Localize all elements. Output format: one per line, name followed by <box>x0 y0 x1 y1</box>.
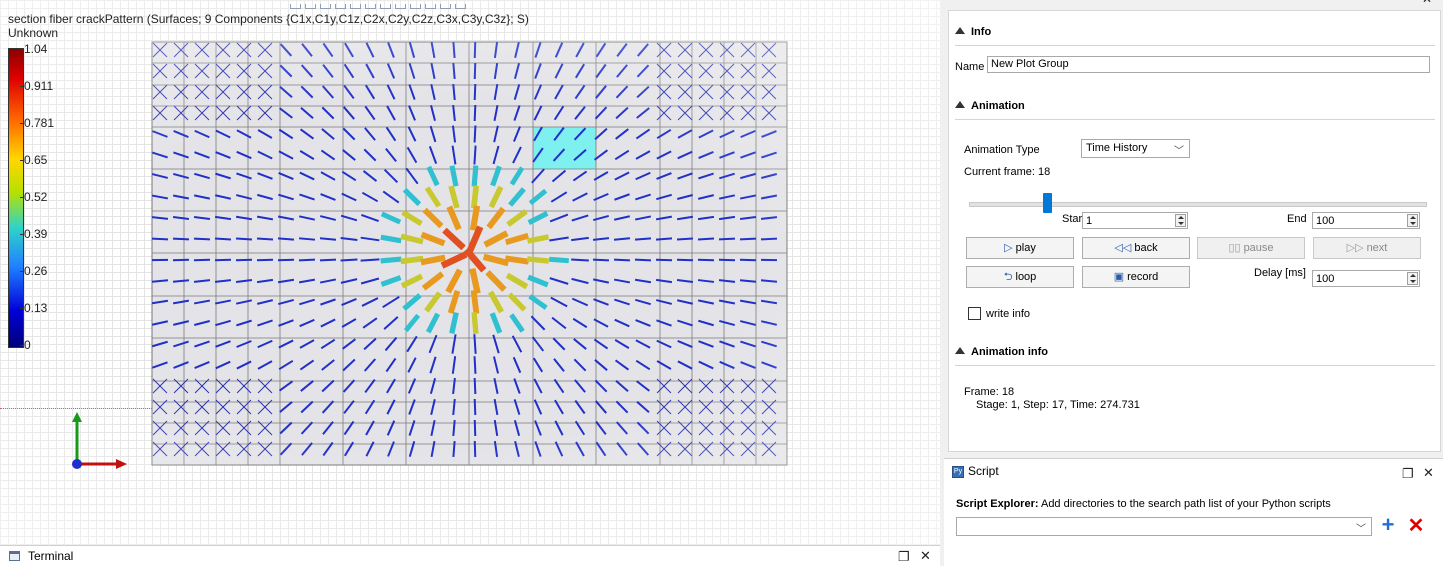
collapse-triangle-icon <box>955 347 965 354</box>
loop-button[interactable]: ⮌loop <box>966 266 1074 288</box>
next-button[interactable]: ▷▷next <box>1313 237 1421 259</box>
spin-arrows-icon[interactable] <box>1407 272 1418 285</box>
name-input[interactable]: New Plot Group <box>987 56 1430 73</box>
animation-info-section-header[interactable]: Animation info <box>955 346 1048 358</box>
close-icon[interactable]: ✕ <box>1422 0 1432 6</box>
frame-slider-handle[interactable] <box>1043 193 1052 213</box>
spin-arrows-icon[interactable] <box>1175 214 1186 227</box>
back-button[interactable]: ◁◁back <box>1082 237 1190 259</box>
restore-icon[interactable]: ❐ <box>1402 466 1414 482</box>
record-icon: ▣ <box>1114 267 1124 287</box>
properties-dock: ✕ Info Name New Plot Group Animation Ani… <box>944 0 1443 565</box>
current-frame-label: Current frame: 18 <box>964 166 1050 178</box>
colorbar-tick: 0.781 <box>24 116 54 130</box>
chevron-down-icon: ﹀ <box>1174 142 1184 157</box>
python-script-icon: Py <box>952 466 964 478</box>
animation-type-label: Animation Type <box>964 144 1040 156</box>
spin-arrows-icon[interactable] <box>1407 214 1418 227</box>
script-panel: Py Script ❐ ✕ Script Explorer: Add direc… <box>944 458 1443 566</box>
reference-line <box>0 408 152 409</box>
colorbar-tick: 1.04 <box>24 42 47 56</box>
colorbar-tick: 0.26 <box>24 264 47 278</box>
name-label: Name <box>955 61 984 73</box>
terminal-title: Terminal <box>28 549 73 563</box>
loop-icon: ⮌ <box>1004 267 1013 287</box>
write-info-label: write info <box>986 308 1030 320</box>
restore-icon[interactable]: ❐ <box>898 549 910 565</box>
play-button[interactable]: ▷play <box>966 237 1074 259</box>
colorbar-tick: 0.911 <box>24 79 53 93</box>
start-spinbox[interactable]: 1 <box>1082 212 1188 229</box>
fast-forward-icon: ▷▷ <box>1347 238 1364 258</box>
end-spinbox[interactable]: 100 <box>1312 212 1420 229</box>
rewind-icon: ◁◁ <box>1114 238 1131 258</box>
animation-type-select[interactable]: Time History﹀ <box>1081 139 1190 158</box>
plot-title: section fiber crackPattern (Surfaces; 9 … <box>8 12 529 26</box>
colorbar-tick: 0 <box>24 338 31 352</box>
write-info-checkbox[interactable] <box>968 307 981 320</box>
terminal-panel[interactable]: Terminal ❐ ✕ <box>0 545 940 566</box>
close-icon[interactable]: ✕ <box>1423 465 1434 481</box>
plot-properties-panel: Info Name New Plot Group Animation Anima… <box>948 10 1441 452</box>
record-button[interactable]: ▣record <box>1082 266 1190 288</box>
animation-section-header[interactable]: Animation <box>955 100 1025 112</box>
end-label: End <box>1287 213 1307 225</box>
colorbar <box>8 48 24 348</box>
script-title: Script <box>968 464 999 478</box>
colorbar-tick: 0.65 <box>24 153 47 167</box>
axis-triad-icon <box>60 410 135 480</box>
colorbar-tick: 0.52 <box>24 190 47 204</box>
colorbar-tick: 0.13 <box>24 301 47 315</box>
stage-info-text: Stage: 1, Step: 17, Time: 274.731 <box>976 399 1140 411</box>
3d-viewport[interactable]: section fiber crackPattern (Surfaces; 9 … <box>0 0 940 545</box>
frame-info-text: Frame: 18 <box>964 386 1014 398</box>
terminal-icon <box>9 551 20 561</box>
add-icon[interactable]: + <box>1378 516 1398 536</box>
chevron-down-icon: ﹀ <box>1356 520 1366 535</box>
legend-unit: Unknown <box>8 26 58 40</box>
delay-label: Delay [ms] <box>1254 267 1306 279</box>
script-explorer-description: Script Explorer: Add directories to the … <box>956 498 1331 510</box>
collapse-triangle-icon <box>955 27 965 34</box>
frame-slider[interactable] <box>969 202 1427 207</box>
delay-spinbox[interactable]: 100 <box>1312 270 1420 287</box>
colorbar-tick: 0.39 <box>24 227 47 241</box>
script-path-select[interactable]: ﹀ <box>956 517 1372 536</box>
collapse-triangle-icon <box>955 101 965 108</box>
close-icon[interactable]: ✕ <box>920 548 931 564</box>
play-icon: ▷ <box>1004 238 1012 258</box>
remove-icon[interactable]: ✕ <box>1406 516 1426 536</box>
pause-button[interactable]: ▯▯pause <box>1197 237 1305 259</box>
pause-icon: ▯▯ <box>1228 238 1240 258</box>
info-section-header[interactable]: Info <box>955 26 991 38</box>
